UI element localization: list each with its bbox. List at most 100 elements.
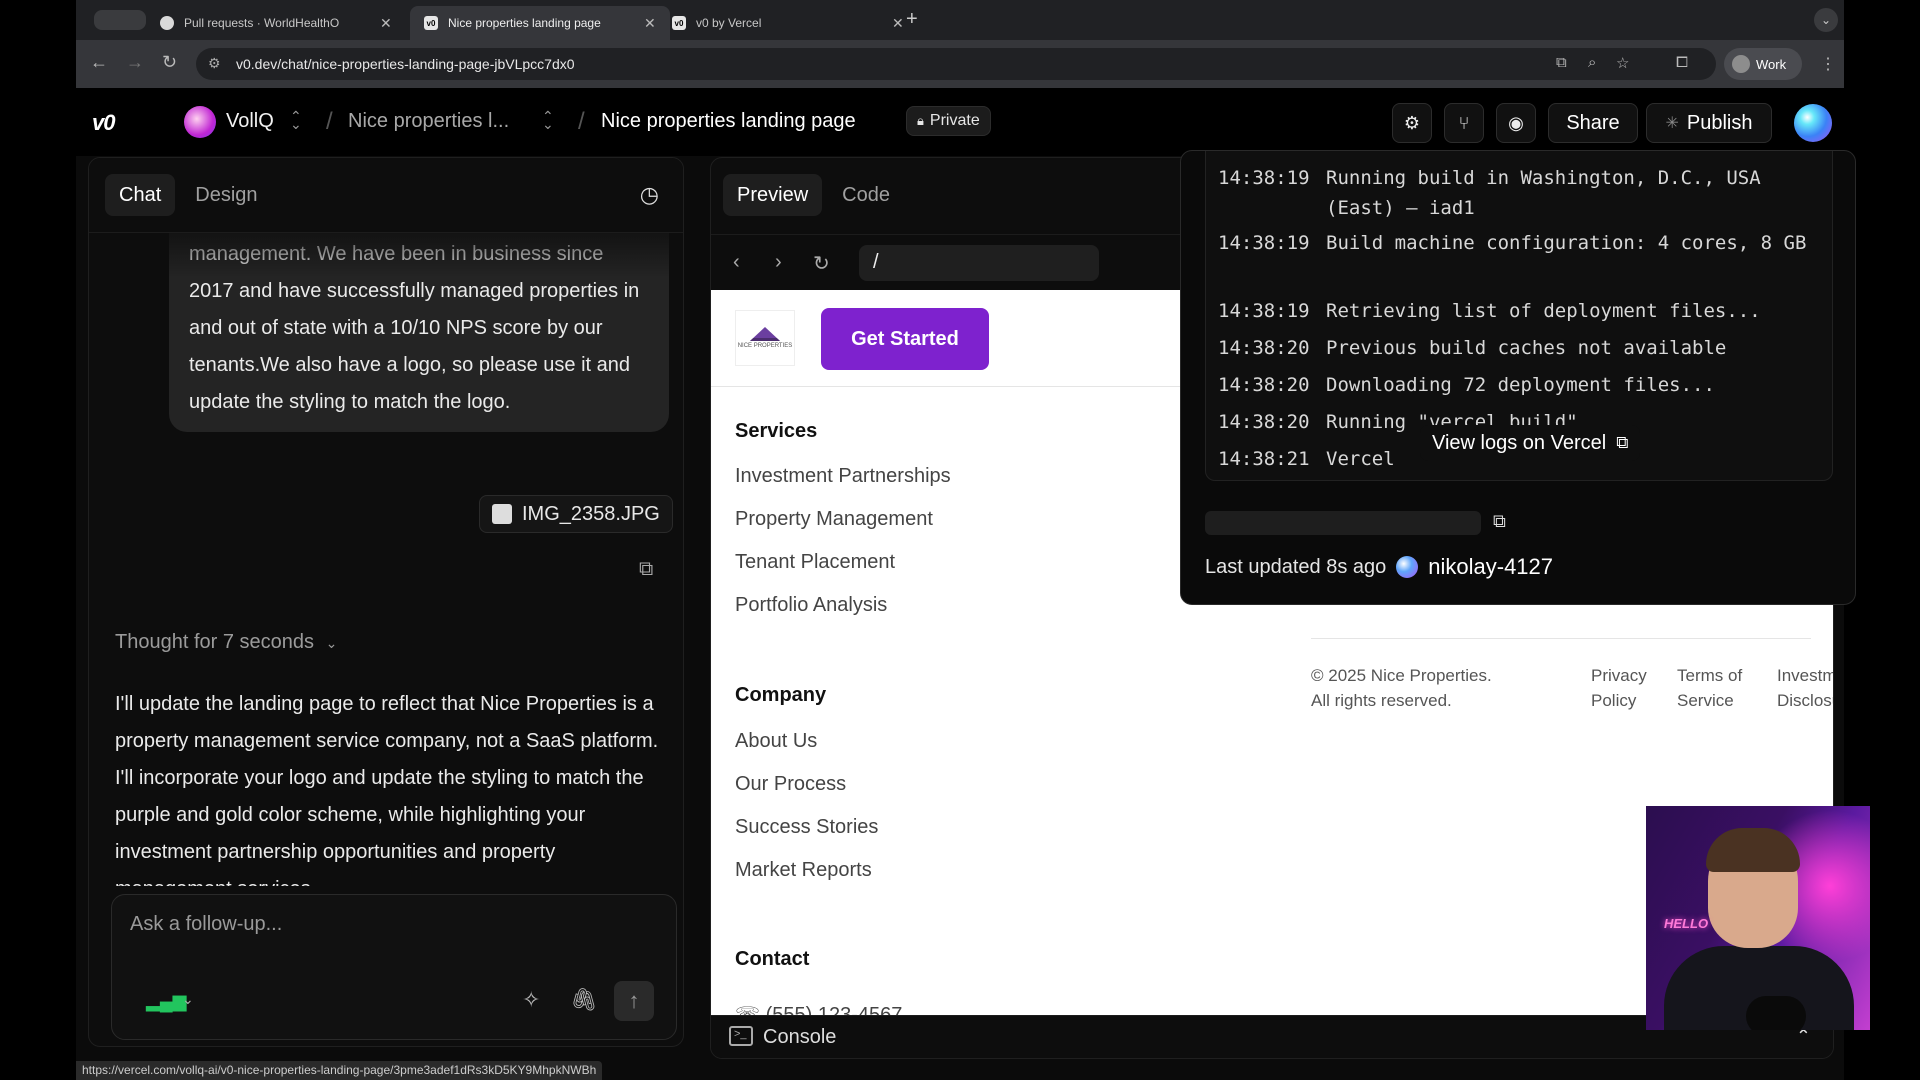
tab-chat[interactable]: Chat (105, 174, 176, 216)
send-arrow-icon[interactable]: ↑ (614, 981, 654, 1021)
share-button[interactable]: Share (1548, 103, 1638, 143)
log-line: 14:38:19 Retrieving list of deployment fi… (1218, 300, 1761, 322)
deploy-user: nikolay-4127 (1428, 554, 1554, 579)
model-chevron-down-icon[interactable]: ⌄ (182, 991, 194, 1008)
user-avatar-small (1396, 556, 1419, 578)
sparkle-icon[interactable]: ✧ (522, 987, 540, 1013)
cast-icon[interactable]: ⧉ (1556, 54, 1567, 71)
loading-spinner-icon: ✳ (1665, 115, 1679, 132)
tab-v0-by-vercel[interactable]: v0 v0 by Vercel ✕ (658, 6, 918, 40)
footer-link-property-management[interactable]: Property Management (735, 508, 933, 531)
new-tab-icon[interactable]: + (906, 8, 918, 31)
footer-link-market-reports[interactable]: Market Reports (735, 859, 872, 882)
profile-avatar (1732, 55, 1750, 73)
preview-path-input[interactable]: / (859, 245, 1099, 281)
site-info-icon[interactable]: ⚙ (208, 55, 221, 72)
footer-link-portfolio-analysis[interactable]: Portfolio Analysis (735, 594, 887, 617)
visibility-badge[interactable]: 🔒︎ Private (906, 106, 991, 136)
terms-of-service-link[interactable]: Terms of Service (1677, 663, 1742, 713)
tab-close-icon[interactable]: ✕ (380, 15, 392, 32)
team-switcher-chevron-icon[interactable]: ⌃ ⌄ (290, 109, 302, 131)
paperclip-icon[interactable]: 🖇︎ (570, 987, 598, 1013)
tab-nice-properties[interactable]: v0 Nice properties landing page ✕ (410, 6, 670, 40)
console-label: Console (763, 1026, 837, 1048)
zoom-icon[interactable]: ⌕ (1588, 54, 1596, 71)
browser-menu-icon[interactable]: ⋮ (1820, 54, 1836, 74)
contact-phone[interactable]: ☏ (555) 123-4567 (735, 1002, 902, 1015)
project-switcher-chevron-icon[interactable]: ⌃ ⌄ (542, 109, 554, 131)
user-avatar[interactable] (1794, 104, 1832, 142)
tab-preview[interactable]: Preview (723, 174, 823, 216)
chat-composer: ▂▄▆ ⌄ ✧ 🖇︎ ↑ (111, 894, 677, 1040)
tab-title: v0 by Vercel (696, 16, 762, 30)
v0-favicon-icon: v0 (424, 16, 438, 30)
webcam-overlay: HELLO (1646, 806, 1870, 1030)
contact-phone-number: (555) 123-4567 (765, 1004, 903, 1015)
extensions-icon[interactable]: ⧠ (1676, 54, 1688, 71)
preview-reload-icon[interactable]: ↻ (813, 251, 830, 276)
last-updated-row: Last updated 8s ago nikolay-4127 (1205, 554, 1553, 580)
tab-code[interactable]: Code (828, 174, 904, 216)
follow-up-input[interactable] (130, 913, 650, 936)
site-logo[interactable]: NICE PROPERTIES (735, 310, 795, 366)
services-heading: Services (735, 420, 818, 442)
tab-pull-requests[interactable]: Pull requests · WorldHealthO ✕ (146, 6, 406, 40)
tab-search-button[interactable] (94, 10, 146, 30)
image-file-icon (492, 504, 512, 524)
back-arrow-icon[interactable]: ← (90, 52, 108, 73)
assistant-message-text: I'll update the landing page to reflect … (115, 693, 659, 886)
omnibox-url[interactable]: v0.dev/chat/nice-properties-landing-page… (236, 56, 575, 72)
project-name[interactable]: Nice properties l... (348, 110, 509, 133)
tab-close-icon[interactable]: ✕ (892, 15, 904, 32)
publish-button[interactable]: ✳ Publish (1646, 103, 1772, 143)
footer-link-our-process[interactable]: Our Process (735, 773, 846, 796)
tab-list-chevron-icon[interactable]: ⌄ (1814, 8, 1838, 32)
tab-title: Nice properties landing page (448, 16, 601, 30)
neon-sign: HELLO (1664, 916, 1709, 931)
copy-icon[interactable]: ⧉ (639, 558, 653, 581)
investment-disclosures-link[interactable]: Investment Disclosures (1777, 663, 1833, 713)
history-clock-icon[interactable]: ◷ (640, 182, 659, 208)
footer-link-tenant-placement[interactable]: Tenant Placement (735, 551, 895, 574)
address-bar-row: ← → ↻ ⚙ v0.dev/chat/nice-properties-land… (76, 40, 1844, 88)
forward-arrow-icon[interactable]: → (126, 52, 144, 73)
view-logs-on-vercel-link[interactable]: View logs on Vercel ⧉ (1420, 425, 1641, 461)
log-line: 14:38:19 Running build in Washington, D.C… (1218, 167, 1761, 219)
footer-link-success-stories[interactable]: Success Stories (735, 816, 878, 839)
page-title[interactable]: Nice properties landing page (601, 110, 856, 133)
thought-toggle[interactable]: Thought for 7 seconds ⌄ (115, 631, 337, 654)
build-log: 14:38:19 Running build in Washington, D.C… (1205, 151, 1833, 481)
footer-link-about-us[interactable]: About Us (735, 730, 817, 753)
model-bars-icon[interactable]: ▂▄▆ (146, 991, 186, 1012)
profile-label: Work (1756, 56, 1787, 72)
git-fork-icon[interactable]: ⑂ (1444, 103, 1484, 143)
tab-close-icon[interactable]: ✕ (644, 15, 656, 32)
breadcrumb-separator: / (578, 108, 585, 135)
thought-label: Thought for 7 seconds (115, 631, 315, 653)
chevron-down-icon: ⌄ (325, 635, 338, 651)
chat-mode-tabs: Chat Design (105, 174, 272, 216)
bookmark-star-icon[interactable]: ☆ (1616, 54, 1629, 72)
get-started-button[interactable]: Get Started (821, 308, 989, 370)
reload-icon[interactable]: ↻ (162, 52, 177, 73)
team-name[interactable]: VollQ (226, 110, 274, 133)
tab-design[interactable]: Design (181, 174, 271, 216)
v0-logo[interactable]: v0 (92, 110, 116, 136)
preview-forward-icon[interactable]: › (775, 251, 782, 274)
log-line: 14:38:20 Downloading 72 deployment files.… (1218, 374, 1715, 396)
link-status-bar: https://vercel.com/vollq-ai/v0-nice-prop… (76, 1061, 603, 1080)
preview-back-icon[interactable]: ‹ (733, 251, 740, 274)
github-icon[interactable]: ◉ (1496, 103, 1536, 143)
team-avatar[interactable] (184, 106, 216, 138)
terminal-icon: >_ (729, 1026, 753, 1046)
settings-gear-icon[interactable]: ⚙ (1392, 103, 1432, 143)
privacy-policy-link[interactable]: Privacy Policy (1591, 663, 1647, 713)
profile-button[interactable]: Work (1724, 48, 1802, 80)
external-link-icon[interactable]: ⧉ (1493, 511, 1506, 532)
last-updated-text: Last updated 8s ago (1205, 555, 1387, 578)
github-favicon-icon (160, 16, 174, 30)
attachment-chip[interactable]: IMG_2358.JPG (479, 495, 673, 533)
footer-link-investment-partnerships[interactable]: Investment Partnerships (735, 465, 951, 488)
contact-heading: Contact (735, 948, 810, 970)
omnibox[interactable]: ⚙ v0.dev/chat/nice-properties-landing-pa… (196, 48, 1716, 80)
